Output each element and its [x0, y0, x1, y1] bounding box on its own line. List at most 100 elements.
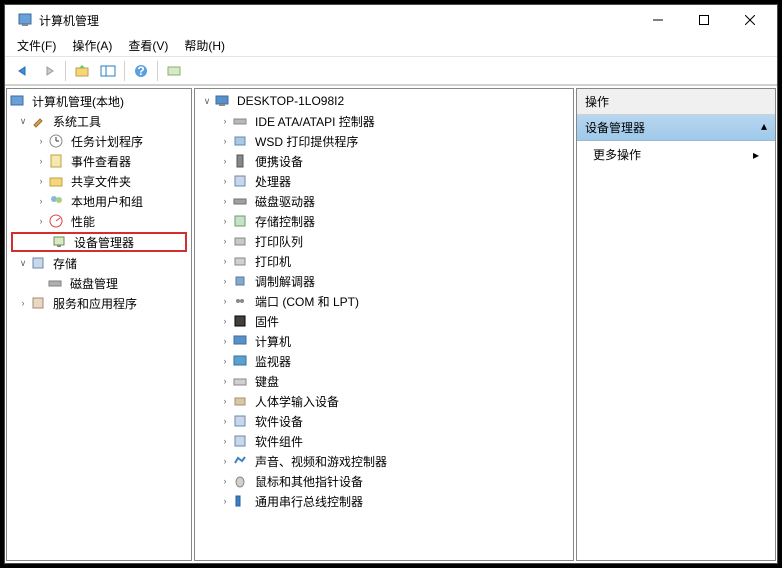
- category-icon: [232, 173, 248, 189]
- tree-root[interactable]: 计算机管理(本地): [7, 91, 191, 111]
- device-category[interactable]: ›软件设备: [195, 411, 573, 431]
- up-button[interactable]: [70, 60, 94, 82]
- tree-performance[interactable]: › 性能: [7, 211, 191, 231]
- expand-icon[interactable]: ›: [35, 195, 47, 207]
- menu-file[interactable]: 文件(F): [9, 35, 64, 56]
- device-category[interactable]: ›WSD 打印提供程序: [195, 131, 573, 151]
- device-label: 打印队列: [252, 232, 306, 251]
- expand-icon[interactable]: ›: [219, 475, 231, 487]
- expand-icon[interactable]: ›: [219, 335, 231, 347]
- device-tree[interactable]: ∨ DESKTOP-1LO98I2 ›IDE ATA/ATAPI 控制器›WSD…: [195, 89, 573, 560]
- storage-icon: [30, 255, 46, 271]
- expand-icon[interactable]: ›: [219, 315, 231, 327]
- menu-view[interactable]: 查看(V): [120, 35, 176, 56]
- collapse-icon[interactable]: ∨: [17, 257, 29, 269]
- tree-device-manager[interactable]: 设备管理器: [11, 232, 187, 252]
- device-category[interactable]: ›通用串行总线控制器: [195, 491, 573, 511]
- device-category[interactable]: ›计算机: [195, 331, 573, 351]
- collapse-icon[interactable]: ∨: [201, 95, 213, 107]
- category-icon: [232, 373, 248, 389]
- collapse-icon[interactable]: ∨: [17, 115, 29, 127]
- expand-icon[interactable]: ›: [219, 235, 231, 247]
- expand-icon[interactable]: ›: [219, 135, 231, 147]
- device-category[interactable]: › 监视器: [195, 351, 573, 371]
- menu-action[interactable]: 操作(A): [64, 35, 120, 56]
- help-button[interactable]: ?: [129, 60, 153, 82]
- tree-label: 设备管理器: [71, 233, 137, 252]
- app-icon: [17, 12, 33, 28]
- category-icon: [232, 493, 248, 509]
- tree-shared-folders[interactable]: › 共享文件夹: [7, 171, 191, 191]
- device-label: 调制解调器: [252, 272, 318, 291]
- tree-local-users[interactable]: › 本地用户和组: [7, 191, 191, 211]
- tree-label: 存储: [50, 254, 80, 273]
- maximize-button[interactable]: [681, 5, 727, 35]
- expand-icon[interactable]: ›: [219, 395, 231, 407]
- actions-more[interactable]: 更多操作 ▸: [577, 141, 775, 168]
- close-button[interactable]: [727, 5, 773, 35]
- expand-icon[interactable]: ›: [219, 375, 231, 387]
- expand-icon[interactable]: ›: [219, 455, 231, 467]
- device-category[interactable]: ›处理器: [195, 171, 573, 191]
- svg-text:?: ?: [137, 64, 144, 78]
- expand-icon[interactable]: ›: [219, 175, 231, 187]
- toolbar: ?: [5, 57, 777, 85]
- device-category[interactable]: › 人体学输入设备: [195, 391, 573, 411]
- expand-icon[interactable]: ›: [219, 255, 231, 267]
- expand-icon[interactable]: ›: [35, 215, 47, 227]
- category-icon: [232, 453, 248, 469]
- device-category[interactable]: ›声音、视频和游戏控制器: [195, 451, 573, 471]
- device-category[interactable]: ›软件组件: [195, 431, 573, 451]
- tree-label: 性能: [68, 212, 98, 231]
- category-icon: [232, 413, 248, 429]
- expand-icon[interactable]: ›: [35, 135, 47, 147]
- expand-icon[interactable]: ›: [17, 297, 29, 309]
- forward-button[interactable]: [37, 60, 61, 82]
- show-hide-tree-button[interactable]: [96, 60, 120, 82]
- expand-icon[interactable]: ›: [219, 195, 231, 207]
- shared-folder-icon: [48, 173, 64, 189]
- expand-icon[interactable]: ›: [35, 155, 47, 167]
- device-category[interactable]: ›便携设备: [195, 151, 573, 171]
- device-category[interactable]: ›固件: [195, 311, 573, 331]
- device-label: 监视器: [252, 352, 294, 371]
- tree-system-tools[interactable]: ∨ 系统工具: [7, 111, 191, 131]
- actions-selected[interactable]: 设备管理器 ▴: [577, 115, 775, 141]
- menubar: 文件(F) 操作(A) 查看(V) 帮助(H): [5, 35, 777, 57]
- device-category[interactable]: ›打印机: [195, 251, 573, 271]
- tree-storage[interactable]: ∨ 存储: [7, 253, 191, 273]
- expand-icon[interactable]: ›: [219, 295, 231, 307]
- tree-task-scheduler[interactable]: › 任务计划程序: [7, 131, 191, 151]
- device-category[interactable]: ›IDE ATA/ATAPI 控制器: [195, 111, 573, 131]
- device-category[interactable]: ›磁盘驱动器: [195, 191, 573, 211]
- menu-help[interactable]: 帮助(H): [176, 35, 233, 56]
- device-category[interactable]: ›键盘: [195, 371, 573, 391]
- category-icon: [232, 313, 248, 329]
- expand-icon[interactable]: ›: [35, 175, 47, 187]
- device-category[interactable]: › 调制解调器: [195, 271, 573, 291]
- view-devices-button[interactable]: [162, 60, 186, 82]
- expand-icon[interactable]: ›: [219, 435, 231, 447]
- device-root[interactable]: ∨ DESKTOP-1LO98I2: [195, 91, 573, 111]
- event-icon: [48, 153, 64, 169]
- expand-icon[interactable]: ›: [219, 495, 231, 507]
- expand-icon[interactable]: ›: [219, 115, 231, 127]
- tree-disk-mgmt[interactable]: 磁盘管理: [7, 273, 191, 293]
- tree-services[interactable]: › 服务和应用程序: [7, 293, 191, 313]
- category-icon: [232, 133, 248, 149]
- expand-icon[interactable]: ›: [219, 215, 231, 227]
- device-category[interactable]: ›端口 (COM 和 LPT): [195, 291, 573, 311]
- device-label: 人体学输入设备: [252, 392, 342, 411]
- device-category[interactable]: ›存储控制器: [195, 211, 573, 231]
- expand-icon[interactable]: ›: [219, 275, 231, 287]
- back-button[interactable]: [11, 60, 35, 82]
- device-category[interactable]: ›鼠标和其他指针设备: [195, 471, 573, 491]
- minimize-button[interactable]: [635, 5, 681, 35]
- expand-icon[interactable]: ›: [219, 355, 231, 367]
- device-category[interactable]: › 打印队列: [195, 231, 573, 251]
- expand-icon[interactable]: ›: [219, 415, 231, 427]
- console-tree[interactable]: 计算机管理(本地) ∨ 系统工具 › 任务计划程序 › 事件查看器: [7, 89, 191, 560]
- tree-event-viewer[interactable]: › 事件查看器: [7, 151, 191, 171]
- expand-icon[interactable]: ›: [219, 155, 231, 167]
- tree-label: 服务和应用程序: [50, 294, 140, 313]
